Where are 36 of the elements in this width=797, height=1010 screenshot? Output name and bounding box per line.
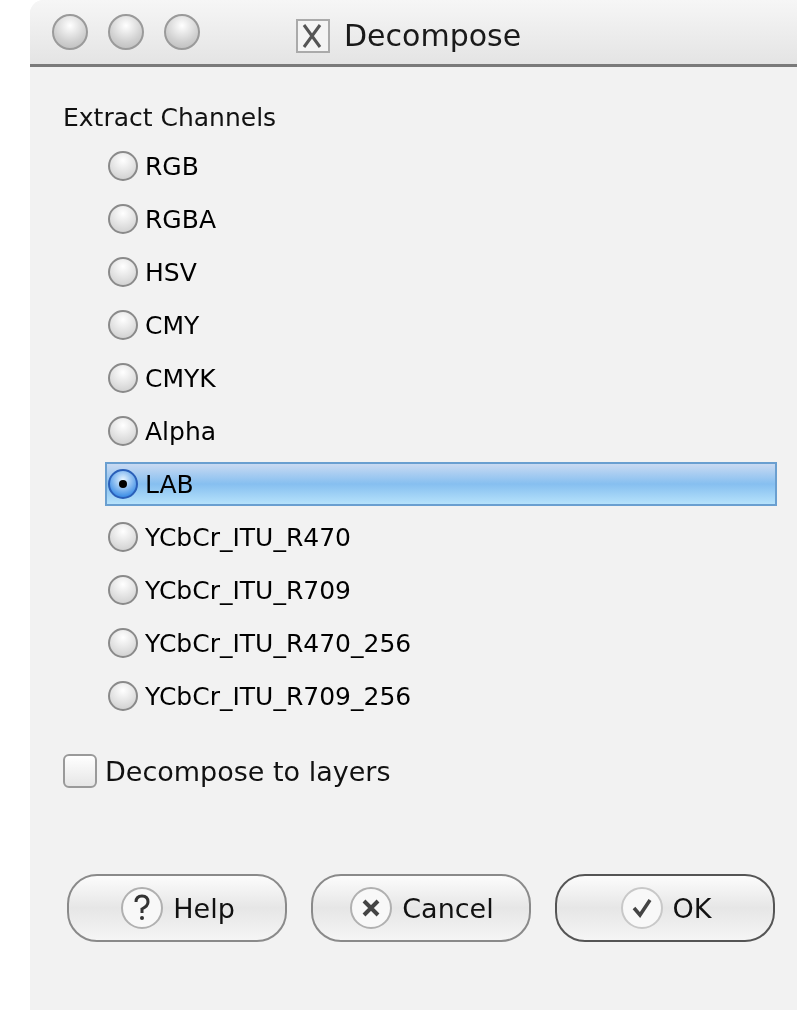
radio-option[interactable]: YCbCr_ITU_R470_256 [105,621,777,665]
radio-option[interactable]: RGBA [105,197,777,241]
radio-button[interactable] [107,574,139,606]
radio-button[interactable] [107,362,139,394]
window-button[interactable] [52,14,88,50]
cancel-button[interactable]: Cancel [311,874,531,942]
ok-button[interactable]: OK [555,874,775,942]
close-icon [348,885,395,931]
radio-button[interactable] [107,256,139,288]
group-label: Extract Channels [63,103,278,132]
radio-button[interactable] [107,150,139,182]
radio-option[interactable]: HSV [105,250,777,294]
radio-option[interactable]: CMY [105,303,777,347]
radio-option[interactable]: YCbCr_ITU_R470 [105,515,777,559]
checkbox-label[interactable]: Decompose to layers [105,755,391,787]
help-button[interactable]: Help [67,874,287,942]
radio-option[interactable]: CMYK [105,356,777,400]
radio-button[interactable] [107,521,139,553]
x-app-icon [296,18,330,53]
radio-option[interactable]: YCbCr_ITU_R709 [105,568,777,612]
window-button[interactable] [108,14,144,50]
radio-option[interactable]: Alpha [105,409,777,453]
radio-button[interactable] [107,415,139,447]
radio-option[interactable]: LAB [105,462,777,506]
checkmark-icon [618,885,665,931]
window-title: Decompose [344,18,522,53]
radio-button[interactable] [107,680,139,712]
radio-button[interactable] [107,627,139,659]
radio-button[interactable] [107,203,139,235]
radio-button[interactable] [107,309,139,341]
window-button[interactable] [164,14,200,50]
radio-option[interactable]: YCbCr_ITU_R709_256 [105,674,777,718]
radio-option[interactable]: RGB [105,144,777,188]
radio-button[interactable] [107,468,139,500]
question-icon [119,885,166,931]
checkbox[interactable] [63,754,97,788]
